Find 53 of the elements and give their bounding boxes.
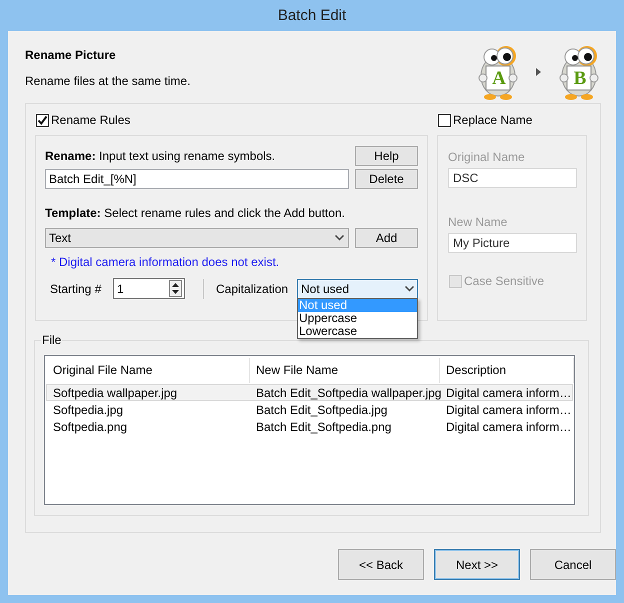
column-header[interactable]: Description bbox=[440, 358, 574, 383]
checkbox-label: Replace Name bbox=[453, 113, 532, 127]
table-cell-text: Softpedia.jpg bbox=[52, 402, 124, 416]
checkbox-label: Case Sensitive bbox=[464, 274, 544, 288]
column-header[interactable]: Original File Name bbox=[47, 358, 250, 383]
new-name-label: New Name bbox=[448, 215, 508, 229]
capitalization-dropdown[interactable]: Not used bbox=[297, 278, 418, 298]
section-title: Rename Picture bbox=[25, 48, 117, 62]
section-subtitle: Rename files at the same time. bbox=[25, 74, 190, 88]
column-header[interactable]: New File Name bbox=[250, 358, 440, 383]
file-row[interactable]: Softpedia.jpg Batch Edit_Softpedia.jpg Digital camera inform… bbox=[46, 401, 573, 418]
new-name-field[interactable]: My Picture bbox=[448, 233, 577, 253]
rename-rules-checkbox[interactable] bbox=[36, 114, 49, 126]
replace-name-checkbox[interactable] bbox=[438, 114, 451, 126]
checkbox-label: Rename Rules bbox=[51, 113, 130, 127]
wizard-button[interactable]: Next >> bbox=[434, 549, 520, 580]
group-title: File bbox=[41, 333, 62, 347]
rename-field[interactable]: Batch Edit_[%N] bbox=[45, 169, 349, 189]
info-note: * Digital camera information does not exist. bbox=[50, 255, 280, 269]
case-sensitive-checkbox[interactable] bbox=[449, 274, 462, 288]
table-cell-text: Digital camera inform… bbox=[445, 402, 572, 416]
capitalization-label: Capitalization bbox=[216, 282, 288, 296]
help-button[interactable]: Help bbox=[355, 146, 418, 166]
original-name-label: Original Name bbox=[448, 150, 526, 164]
file-row[interactable]: Softpedia wallpaper.jpg Batch Edit_Softpedia wallpaper.jpg Digital camera inform… bbox=[46, 384, 573, 401]
original-name-field[interactable]: DSC bbox=[448, 168, 577, 188]
spinner-icon bbox=[169, 280, 182, 297]
add-button[interactable]: Add bbox=[355, 228, 418, 248]
wizard-button[interactable]: << Back bbox=[338, 549, 424, 580]
starting-number-field[interactable]: 1 bbox=[113, 278, 185, 299]
template-label: Template: Select rename rules and click the Add button. bbox=[45, 206, 345, 220]
delete-button[interactable]: Delete bbox=[355, 169, 418, 189]
rename-label: Rename: Input text using rename symbols. bbox=[45, 149, 276, 163]
starting-label: Starting # bbox=[49, 282, 102, 296]
dropdown-option[interactable]: Uppercase bbox=[298, 312, 417, 324]
table-cell-text: Softpedia.png bbox=[52, 420, 128, 434]
mascot-letter: B bbox=[572, 68, 588, 90]
table-cell-text: Softpedia wallpaper.jpg bbox=[52, 386, 178, 400]
arrow-icon bbox=[536, 68, 541, 76]
file-row[interactable]: Softpedia.png Batch Edit_Softpedia.png Digital camera inform… bbox=[46, 418, 573, 435]
wizard-button[interactable]: Cancel bbox=[530, 549, 616, 580]
table-cell-text: Batch Edit_Softpedia.jpg bbox=[255, 402, 388, 416]
window-title: Batch Edit bbox=[278, 7, 346, 24]
table-cell-text: Digital camera inform… bbox=[445, 420, 572, 434]
table-cell-text: Digital camera inform… bbox=[445, 386, 572, 400]
mascot-letter: A bbox=[491, 68, 507, 90]
table-cell-text: Batch Edit_Softpedia wallpaper.jpg bbox=[255, 386, 440, 400]
table-cell-text: Batch Edit_Softpedia.png bbox=[255, 420, 392, 434]
caret-icon bbox=[405, 286, 414, 292]
dropdown-option[interactable]: Lowercase bbox=[298, 324, 417, 338]
template-dropdown[interactable]: Text bbox=[45, 228, 349, 248]
check-icon bbox=[37, 114, 48, 126]
caret-icon bbox=[335, 235, 344, 241]
